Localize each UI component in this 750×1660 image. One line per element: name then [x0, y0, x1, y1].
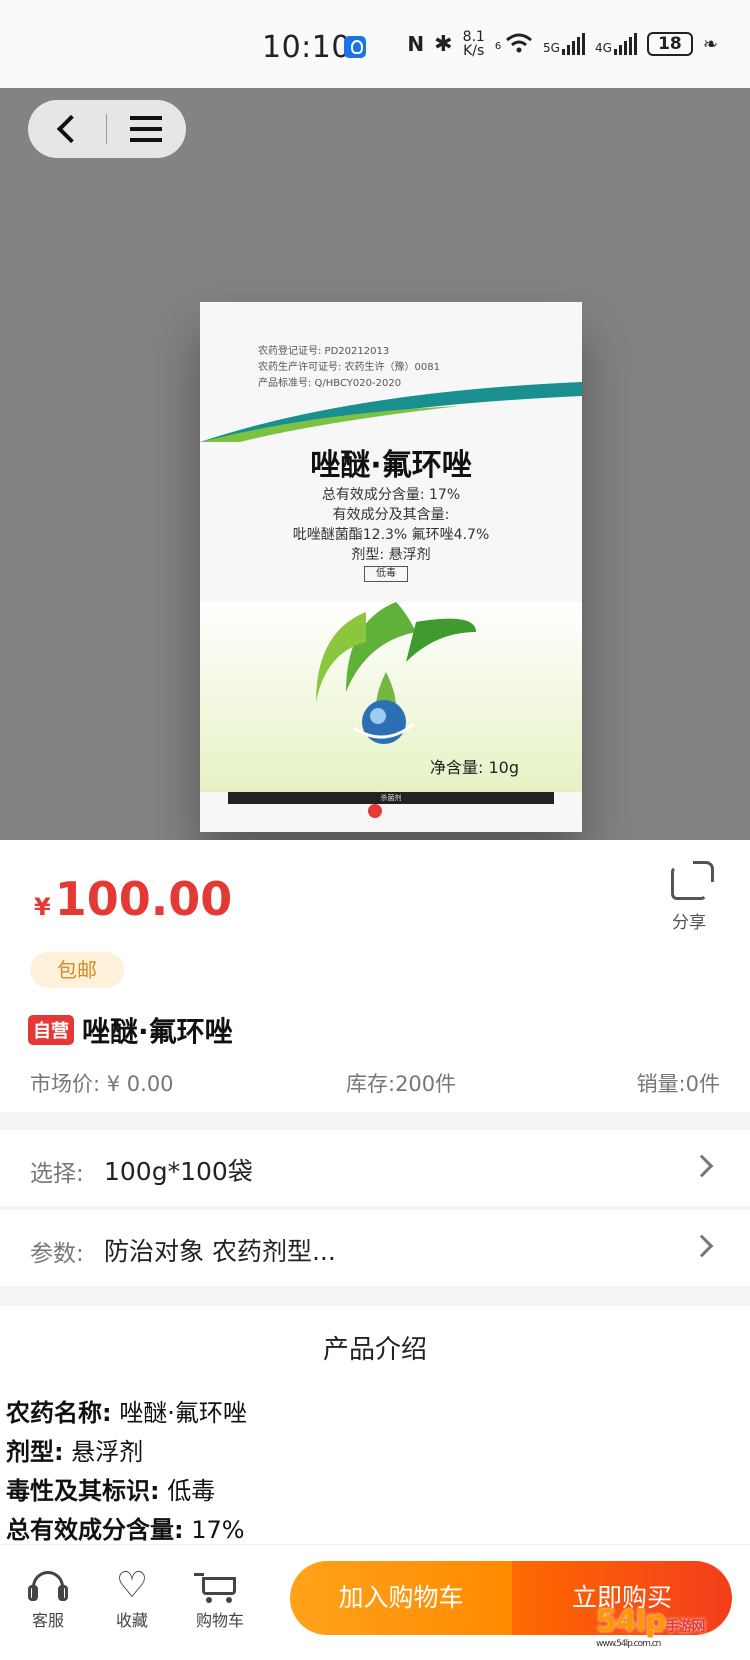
intro-value: 悬浮剂	[71, 1438, 144, 1466]
sales-count: 销量:0件	[636, 1072, 720, 1096]
nav-capsule	[28, 100, 186, 158]
product-summary-card: ¥100.00 分享 包邮 自营 唑醚·氟环唑 市场价: ¥ 0.00 库存:2…	[0, 840, 750, 1112]
intro-line: 毒性及其标识: 低毒	[6, 1472, 750, 1511]
network-speed: 8.1 K/s	[463, 30, 485, 58]
wifi-icon: 6	[495, 32, 533, 57]
package-total: 总有效成分含量: 17%	[321, 487, 461, 503]
package-components-title: 有效成分及其含量:	[332, 507, 450, 523]
product-intro-heading: 产品介绍	[0, 1306, 750, 1394]
market-price: 市场价: ¥ 0.00	[30, 1072, 174, 1096]
service-label: 客服	[31, 1611, 64, 1630]
free-shipping-badge: 包邮	[30, 952, 124, 988]
package-category: 杀菌剂	[380, 794, 402, 802]
intro-value: 低毒	[167, 1477, 216, 1505]
product-title-row: 自营 唑醚·氟环唑	[28, 1010, 233, 1050]
add-to-cart-button[interactable]: 加入购物车	[290, 1561, 512, 1635]
intro-key: 剂型:	[6, 1438, 64, 1466]
share-icon	[671, 861, 714, 900]
cart-button[interactable]: 购物车	[182, 1569, 258, 1631]
battery-indicator: 18	[646, 32, 693, 56]
watermark-main: 54lp	[596, 1604, 667, 1639]
share-button[interactable]: 分享	[664, 861, 714, 933]
intro-value: 17%	[191, 1516, 245, 1544]
favorite-button[interactable]: ♡ 收藏	[94, 1565, 170, 1631]
package-license: 农药生产许可证号: 农药生许（豫）0081	[258, 362, 440, 373]
bluetooth-icon: ✱	[434, 31, 453, 57]
wifi-label: 6	[494, 40, 502, 52]
package-stripe	[200, 382, 582, 442]
product-intro-body: 农药名称: 唑醚·氟环唑 剂型: 悬浮剂 毒性及其标识: 低毒 总有效成分含量:…	[0, 1394, 750, 1544]
select-label: 选择:	[30, 1161, 84, 1187]
site-watermark: 54lp手游网 www.54lp.com.cn	[596, 1604, 706, 1649]
cart-icon	[182, 1569, 258, 1603]
package-name: 唑醚·氟环唑	[310, 448, 472, 483]
cart-label: 购物车	[195, 1611, 244, 1630]
status-time: 10:10	[262, 30, 351, 65]
notification-bulb-icon	[344, 36, 366, 58]
intro-line: 农药名称: 唑醚·氟环唑	[6, 1394, 750, 1433]
product-package-image: 农药登记证号: PD20212013 农药生产许可证号: 农药生许（豫）0081…	[200, 302, 582, 832]
package-reg-no: 农药登记证号: PD20212013	[258, 346, 390, 357]
intro-key: 毒性及其标识:	[6, 1477, 160, 1505]
price-currency: ¥	[34, 893, 51, 921]
headset-icon	[10, 1569, 86, 1603]
params-label: 参数:	[30, 1241, 84, 1267]
intro-key: 总有效成分含量:	[6, 1516, 184, 1544]
watermark-sub: 手游网	[665, 1619, 706, 1635]
spec-selector-row[interactable]: 选择: 100g*100袋	[0, 1130, 750, 1206]
signal-4g-icon: 4G	[595, 33, 637, 55]
watermark-site: www.54lp.com.cn	[596, 1639, 661, 1649]
intro-value: 唑醚·氟环唑	[119, 1399, 247, 1427]
product-price: ¥100.00	[34, 872, 232, 926]
stock-count: 库存:200件	[346, 1072, 457, 1096]
package-net-weight: 净含量: 10g	[430, 758, 519, 777]
self-operated-tag: 自营	[28, 1015, 74, 1045]
chevron-right-icon	[690, 1154, 714, 1178]
package-toxicity: 低毒	[364, 566, 408, 582]
price-amount: 100.00	[54, 872, 233, 926]
favorite-label: 收藏	[115, 1611, 148, 1630]
share-label: 分享	[672, 913, 706, 933]
nfc-icon: N	[407, 32, 425, 56]
product-title: 唑醚·氟环唑	[82, 1015, 233, 1048]
intro-key: 农药名称:	[6, 1399, 112, 1427]
gallery-page-indicator[interactable]	[368, 804, 382, 818]
package-form: 剂型: 悬浮剂	[351, 547, 431, 563]
params-row[interactable]: 参数: 防治对象 农药剂型...	[0, 1210, 750, 1286]
leaf-icon: ❧	[702, 33, 718, 55]
product-image-gallery[interactable]: 农药登记证号: PD20212013 农药生产许可证号: 农药生许（豫）0081…	[0, 88, 750, 840]
params-value: 防治对象 农药剂型...	[104, 1237, 336, 1266]
net1-label: 5G	[543, 41, 560, 55]
menu-icon	[130, 116, 162, 120]
select-value: 100g*100袋	[104, 1157, 253, 1186]
status-icons: N ✱ 8.1 K/s 6 5G 4G 18 ❧	[407, 30, 718, 58]
speed-unit: K/s	[463, 43, 485, 59]
back-button[interactable]	[28, 100, 106, 158]
package-leaf-logo	[316, 602, 476, 744]
chevron-right-icon	[690, 1234, 714, 1258]
back-arrow-icon	[56, 114, 86, 144]
menu-button[interactable]	[107, 100, 185, 158]
heart-icon: ♡	[115, 1565, 149, 1606]
status-bar: 10:10 N ✱ 8.1 K/s 6 5G 4G 18 ❧	[0, 0, 750, 88]
customer-service-button[interactable]: 客服	[10, 1569, 86, 1631]
signal-5g-icon: 5G	[543, 33, 585, 55]
intro-line: 剂型: 悬浮剂	[6, 1433, 750, 1472]
package-components: 吡唑醚菌酯12.3% 氟环唑4.7%	[292, 527, 490, 543]
net2-label: 4G	[594, 41, 612, 55]
